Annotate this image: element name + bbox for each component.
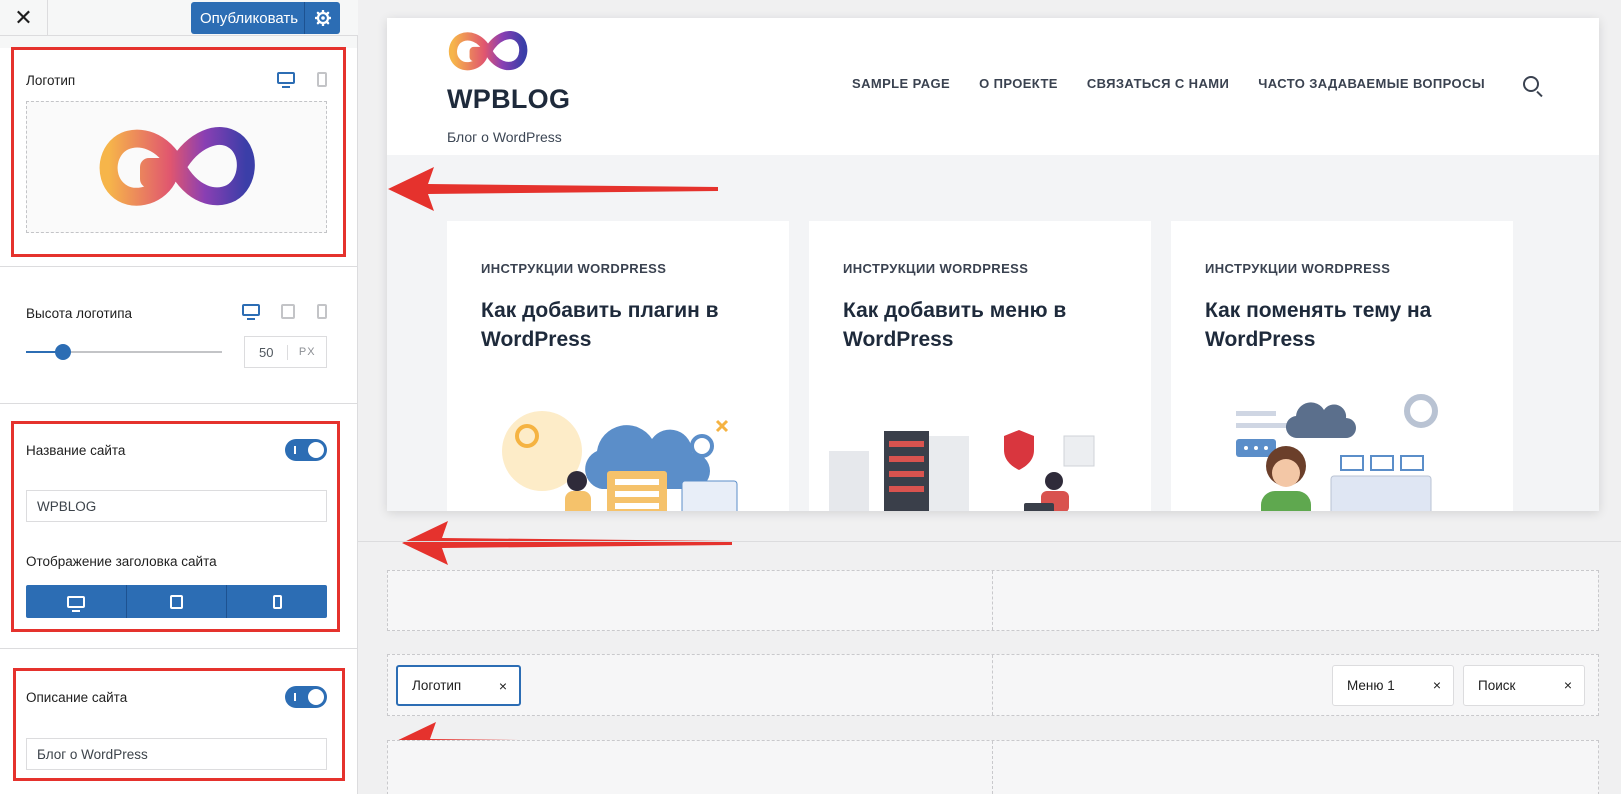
tablet-toggle-button[interactable]	[127, 585, 228, 618]
close-icon: ✕	[14, 5, 33, 30]
mobile-icon[interactable]	[317, 72, 337, 88]
publish-settings-button[interactable]	[304, 2, 340, 34]
site-description-toggle[interactable]	[285, 686, 327, 708]
site-description-label: Описание сайта	[26, 690, 128, 705]
site-description: Блог о WordPress	[447, 129, 562, 145]
nav-item-faq[interactable]: ЧАСТО ЗАДАВАЕМЫЕ ВОПРОСЫ	[1258, 76, 1485, 91]
publish-button-group: Опубликовать	[191, 2, 340, 34]
nav-item-sample-page[interactable]: SAMPLE PAGE	[852, 76, 950, 91]
red-arrow-logo	[388, 167, 718, 211]
site-description-input[interactable]: Блог о WordPress	[26, 738, 327, 770]
site-title[interactable]: WPBLOG	[447, 84, 570, 115]
chip-label: Меню 1	[1347, 678, 1395, 693]
plugin-illustration	[502, 411, 738, 511]
logo-height-label: Высота логотипа	[26, 306, 133, 321]
desktop-icon	[66, 595, 85, 612]
red-arrow-site-title	[402, 521, 732, 565]
builder-row-top[interactable]	[387, 570, 1599, 631]
post-title[interactable]: Как поменять тему на WordPress	[1205, 296, 1495, 354]
builder-chip-search[interactable]: Поиск ×	[1463, 665, 1585, 706]
desktop-toggle-button[interactable]	[26, 585, 127, 618]
builder-chip-logo[interactable]: Логотип ×	[396, 665, 521, 706]
logo-height-input[interactable]: 50 PX	[244, 336, 327, 368]
menu-illustration	[829, 430, 1095, 511]
site-preview: WPBLOG Блог о WordPress SAMPLE PAGE О ПР…	[387, 18, 1599, 511]
site-header: WPBLOG Блог о WordPress SAMPLE PAGE О ПР…	[387, 18, 1599, 155]
publish-button[interactable]: Опубликовать	[191, 2, 304, 34]
builder-chip-menu[interactable]: Меню 1 ×	[1332, 665, 1454, 706]
post-title[interactable]: Как добавить плагин в WordPress	[481, 296, 771, 354]
customizer-panel: ✕ Опубликовать Логотип Высота логотипа 5…	[0, 0, 358, 794]
site-logo-image[interactable]	[447, 30, 529, 72]
row-column-divider	[992, 655, 993, 715]
customizer-topbar: ✕ Опубликовать	[0, 0, 358, 36]
theme-illustration	[1236, 394, 1438, 511]
site-title-display-label: Отображение заголовка сайта	[26, 554, 217, 569]
mobile-icon[interactable]	[317, 304, 337, 320]
site-title-label: Название сайта	[26, 443, 126, 458]
site-title-input[interactable]: WPBLOG	[26, 490, 327, 522]
desktop-icon[interactable]	[277, 72, 297, 88]
logo-upload-area[interactable]	[26, 101, 327, 233]
builder-row-main[interactable]: Логотип × Меню 1 × Поиск ×	[387, 654, 1599, 716]
row-column-divider	[992, 741, 993, 794]
post-category[interactable]: ИНСТРУКЦИИ WORDPRESS	[1205, 261, 1390, 276]
chip-label: Поиск	[1478, 678, 1516, 693]
primary-nav: SAMPLE PAGE О ПРОЕКТЕ СВЯЗАТЬСЯ С НАМИ Ч…	[852, 76, 1485, 91]
site-title-toggle[interactable]	[285, 439, 327, 461]
infinity-logo-image	[99, 127, 255, 206]
close-icon[interactable]: ×	[1564, 677, 1572, 693]
builder-row-bottom[interactable]	[387, 740, 1599, 794]
logo-height-value: 50	[245, 344, 289, 360]
row-column-divider	[992, 571, 993, 630]
mobile-toggle-button[interactable]	[227, 585, 327, 618]
site-title-device-selector	[26, 585, 327, 618]
site-description-section	[0, 649, 357, 794]
gear-icon	[314, 10, 331, 26]
post-title[interactable]: Как добавить меню в WordPress	[843, 296, 1133, 354]
post-category[interactable]: ИНСТРУКЦИИ WORDPRESS	[481, 261, 666, 276]
close-icon[interactable]: ×	[1433, 677, 1441, 693]
nav-item-contact[interactable]: СВЯЗАТЬСЯ С НАМИ	[1087, 76, 1229, 91]
post-category[interactable]: ИНСТРУКЦИИ WORDPRESS	[843, 261, 1028, 276]
logo-height-section	[0, 267, 357, 403]
logo-height-slider[interactable]	[26, 344, 222, 360]
builder-separator	[358, 541, 1621, 542]
desktop-icon[interactable]	[242, 304, 262, 320]
post-card[interactable]: ИНСТРУКЦИИ WORDPRESS Как поменять тему н…	[1171, 221, 1513, 511]
tablet-icon[interactable]	[281, 304, 301, 320]
logo-height-unit: PX	[298, 346, 316, 358]
search-icon[interactable]	[1523, 76, 1539, 92]
mobile-icon	[272, 594, 282, 609]
nav-item-about[interactable]: О ПРОЕКТЕ	[979, 76, 1058, 91]
logo-label: Логотип	[26, 73, 76, 88]
post-card[interactable]: ИНСТРУКЦИИ WORDPRESS Как добавить плагин…	[447, 221, 789, 511]
close-button[interactable]: ✕	[0, 0, 48, 36]
chip-label: Логотип	[412, 678, 462, 693]
post-card[interactable]: ИНСТРУКЦИИ WORDPRESS Как добавить меню в…	[809, 221, 1151, 511]
close-icon[interactable]: ×	[499, 678, 507, 694]
tablet-icon	[170, 594, 183, 609]
